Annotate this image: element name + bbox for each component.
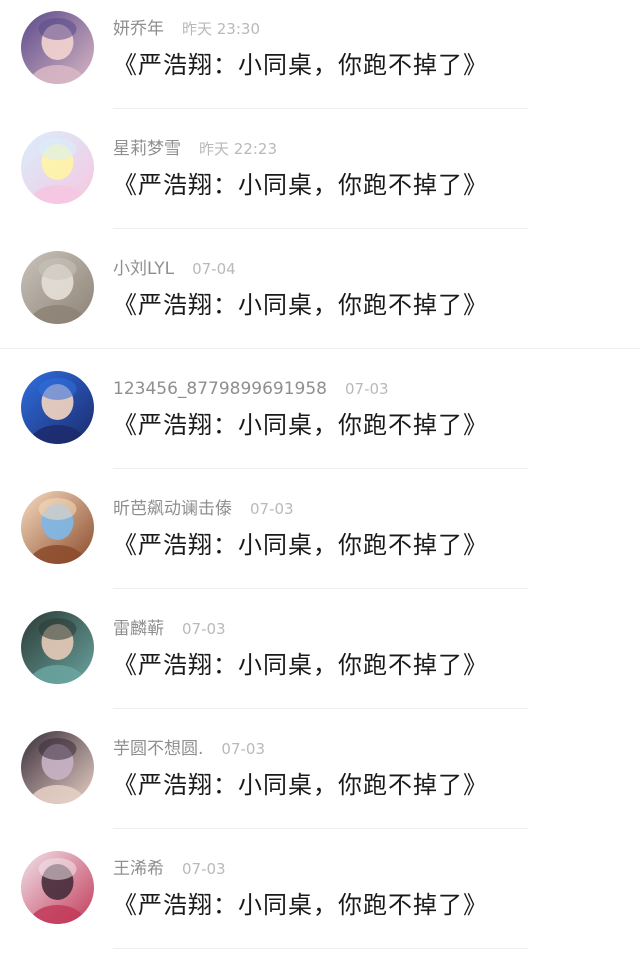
username[interactable]: 星莉梦雪	[113, 139, 181, 159]
username[interactable]: 王浠希	[113, 859, 164, 879]
message-text[interactable]: 《严浩翔：小同桌，你跑不掉了》	[113, 648, 488, 682]
message-text[interactable]: 《严浩翔：小同桌，你跑不掉了》	[113, 48, 488, 82]
timestamp: 07-04	[192, 260, 236, 278]
message-meta: 王浠希 07-03	[113, 856, 226, 882]
avatar[interactable]	[21, 11, 94, 84]
message-meta: 星莉梦雪 昨天 22:23	[113, 136, 277, 162]
avatar[interactable]	[21, 371, 94, 444]
divider	[113, 708, 528, 709]
message-meta: 雷麟蕲 07-03	[113, 616, 226, 642]
username[interactable]: 妍乔年	[113, 19, 164, 39]
timestamp: 07-03	[182, 860, 226, 878]
divider	[0, 348, 640, 349]
timestamp: 07-03	[221, 740, 265, 758]
username[interactable]: 小刘LYL	[113, 259, 174, 279]
divider	[113, 948, 528, 949]
message-text[interactable]: 《严浩翔：小同桌，你跑不掉了》	[113, 288, 488, 322]
avatar[interactable]	[21, 611, 94, 684]
message-list: 妍乔年 昨天 23:30 《严浩翔：小同桌，你跑不掉了》 星莉梦雪 昨天 22:23 《…	[0, 0, 640, 960]
username[interactable]: 昕芭飙动谰击傣	[113, 499, 232, 519]
message-text[interactable]: 《严浩翔：小同桌，你跑不掉了》	[113, 768, 488, 802]
timestamp: 昨天 23:30	[182, 20, 260, 38]
divider	[113, 468, 528, 469]
message-text[interactable]: 《严浩翔：小同桌，你跑不掉了》	[113, 888, 488, 922]
message-item[interactable]: 星莉梦雪 昨天 22:23 《严浩翔：小同桌，你跑不掉了》	[0, 120, 640, 240]
message-item[interactable]: 王浠希 07-03 《严浩翔：小同桌，你跑不掉了》	[0, 840, 640, 960]
avatar[interactable]	[21, 251, 94, 324]
message-item[interactable]: 昕芭飙动谰击傣 07-03 《严浩翔：小同桌，你跑不掉了》	[0, 480, 640, 600]
avatar[interactable]	[21, 131, 94, 204]
message-item[interactable]: 妍乔年 昨天 23:30 《严浩翔：小同桌，你跑不掉了》	[0, 0, 640, 120]
message-text[interactable]: 《严浩翔：小同桌，你跑不掉了》	[113, 528, 488, 562]
message-item[interactable]: 雷麟蕲 07-03 《严浩翔：小同桌，你跑不掉了》	[0, 600, 640, 720]
message-meta: 昕芭飙动谰击傣 07-03	[113, 496, 294, 522]
message-text[interactable]: 《严浩翔：小同桌，你跑不掉了》	[113, 408, 488, 442]
divider	[113, 228, 528, 229]
message-meta: 芋圆不想圆. 07-03	[113, 736, 265, 762]
divider	[113, 108, 528, 109]
avatar[interactable]	[21, 851, 94, 924]
message-meta: 123456_8779899691958 07-03	[113, 376, 389, 402]
message-meta: 妍乔年 昨天 23:30	[113, 16, 260, 42]
username[interactable]: 123456_8779899691958	[113, 379, 327, 399]
avatar[interactable]	[21, 491, 94, 564]
avatar[interactable]	[21, 731, 94, 804]
timestamp: 07-03	[182, 620, 226, 638]
message-item[interactable]: 小刘LYL 07-04 《严浩翔：小同桌，你跑不掉了》	[0, 240, 640, 360]
divider	[113, 588, 528, 589]
message-item[interactable]: 123456_8779899691958 07-03 《严浩翔：小同桌，你跑不掉了》	[0, 360, 640, 480]
timestamp: 07-03	[345, 380, 389, 398]
username[interactable]: 雷麟蕲	[113, 619, 164, 639]
timestamp: 昨天 22:23	[199, 140, 277, 158]
message-text[interactable]: 《严浩翔：小同桌，你跑不掉了》	[113, 168, 488, 202]
divider	[113, 828, 528, 829]
username[interactable]: 芋圆不想圆.	[113, 739, 203, 759]
message-item[interactable]: 芋圆不想圆. 07-03 《严浩翔：小同桌，你跑不掉了》	[0, 720, 640, 840]
message-meta: 小刘LYL 07-04	[113, 256, 236, 282]
timestamp: 07-03	[250, 500, 294, 518]
